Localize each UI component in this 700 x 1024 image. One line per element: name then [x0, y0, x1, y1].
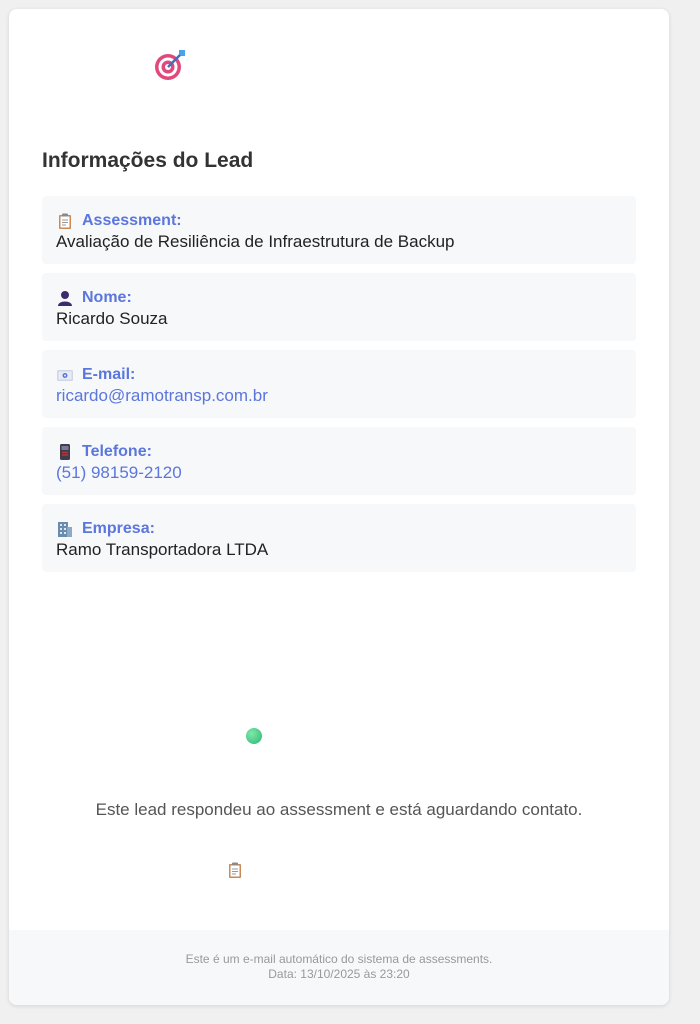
field-label: E-mail: [82, 366, 136, 383]
page-title: Informações do Lead [42, 149, 254, 172]
email-icon [56, 366, 74, 384]
footer-note: Este é um e-mail automático do sistema d… [185, 952, 493, 966]
field-email: E-mail: ricardo@ramotransp.com.br [42, 350, 636, 418]
footer: Este é um e-mail automático do sistema d… [9, 930, 669, 1005]
building-icon [56, 520, 74, 538]
phone-link[interactable]: (51) 98159-2120 [56, 463, 622, 483]
footer-date: Data: 13/10/2025 às 23:20 [268, 967, 410, 981]
field-empresa: Empresa: Ramo Transportadora LTDA [42, 504, 636, 572]
name-value: Ricardo Souza [56, 309, 168, 328]
field-label: Nome: [82, 289, 132, 306]
target-dart-icon [153, 48, 187, 82]
clipboard-icon [56, 212, 74, 230]
phone-icon [56, 443, 74, 461]
email-card: Informações do Lead Assessment: Avaliaçã… [9, 9, 669, 1005]
person-icon [56, 289, 74, 307]
email-link[interactable]: ricardo@ramotransp.com.br [56, 386, 622, 406]
field-label: Assessment: [82, 212, 182, 229]
field-assessment: Assessment: Avaliação de Resiliência de … [42, 196, 636, 264]
company-value: Ramo Transportadora LTDA [56, 540, 269, 559]
status-message: Este lead respondeu ao assessment e está… [95, 800, 583, 819]
field-label: Empresa: [82, 520, 155, 537]
clipboard-icon [226, 861, 244, 879]
field-telefone: Telefone: (51) 98159-2120 [42, 427, 636, 495]
green-circle-icon [246, 728, 262, 744]
assessment-value: Avaliação de Resiliência de Infraestrutu… [56, 232, 455, 251]
lead-fields: Assessment: Avaliação de Resiliência de … [42, 196, 636, 581]
field-label: Telefone: [82, 443, 152, 460]
field-nome: Nome: Ricardo Souza [42, 273, 636, 341]
